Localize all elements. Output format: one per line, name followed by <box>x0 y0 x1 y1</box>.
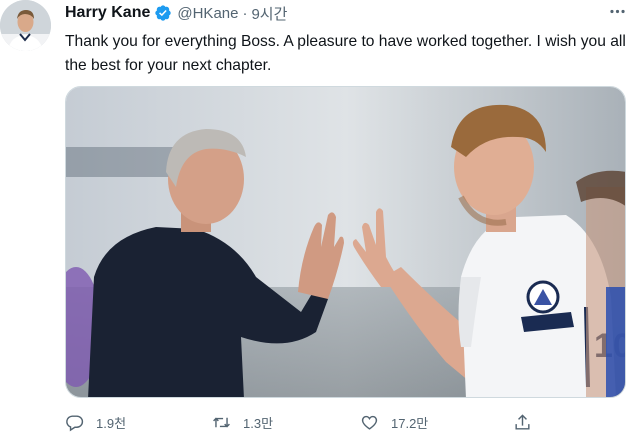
tweet-timestamp[interactable]: 9시간 <box>251 3 287 24</box>
retweet-count: 1.3만 <box>243 416 274 431</box>
heart-icon <box>361 415 378 430</box>
verified-badge-icon <box>154 4 172 22</box>
reply-count: 1.9천 <box>96 416 127 431</box>
retweet-icon <box>213 417 230 428</box>
retweet-button[interactable]: 1.3만 <box>212 413 273 432</box>
like-button[interactable]: 17.2만 <box>360 413 428 432</box>
reply-button[interactable]: 1.9천 <box>65 413 126 432</box>
tweet-header: Harry Kane @HKane · 9시간 <box>65 2 287 24</box>
tweet-photo[interactable]: 10 <box>65 86 626 398</box>
author-display-name[interactable]: Harry Kane <box>65 4 150 22</box>
avatar[interactable] <box>0 0 51 51</box>
author-handle[interactable]: @HKane <box>177 5 238 22</box>
tweet-actions: 1.9천 1.3만 17.2만 <box>65 413 625 435</box>
share-button[interactable] <box>513 413 532 432</box>
like-count: 17.2만 <box>391 416 429 431</box>
share-icon <box>515 414 530 430</box>
photo-handshake-illustration: 10 <box>66 87 625 397</box>
separator-dot: · <box>242 4 248 22</box>
reply-icon <box>66 415 84 432</box>
more-options-icon[interactable] <box>606 0 628 22</box>
profile-photo <box>0 0 51 51</box>
tweet-text: Thank you for everything Boss. A pleasur… <box>65 33 626 74</box>
